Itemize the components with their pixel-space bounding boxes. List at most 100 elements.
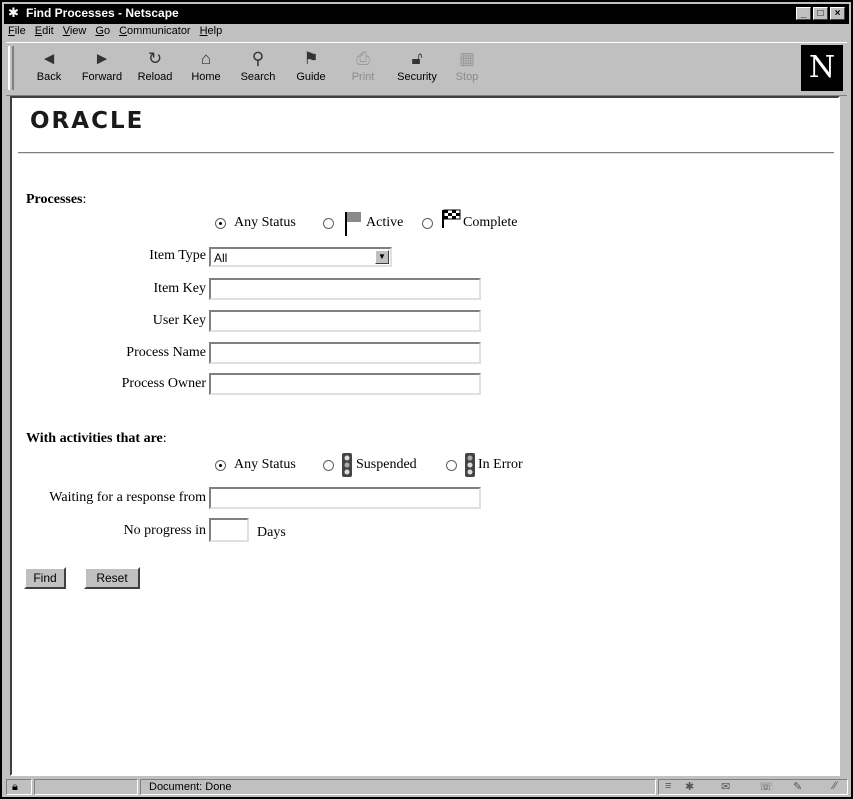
forward-label: Forward	[81, 71, 123, 83]
navigation-toolbar: ◄ Back ► Forward ↻ Reload ⌂ Home ⚲ Search ⚑ Gu…	[6, 42, 847, 96]
content-right-edge	[840, 96, 851, 776]
search-button[interactable]: ⚲ Search	[235, 47, 281, 91]
activity-status-any-radio[interactable]	[215, 460, 226, 471]
stop-button[interactable]: ▦ Stop	[444, 47, 490, 91]
waiting-response-label: Waiting for a response from	[49, 490, 206, 505]
processes-heading-text: Processes	[26, 192, 83, 207]
reload-label: Reload	[137, 71, 173, 83]
header-divider	[18, 152, 834, 154]
forward-button[interactable]: ► Forward	[79, 47, 125, 91]
no-progress-days-input[interactable]	[209, 518, 249, 542]
process-owner-input[interactable]	[209, 373, 481, 395]
menu-go[interactable]: Go	[95, 25, 110, 41]
process-name-input[interactable]	[209, 342, 481, 364]
progress-cell	[34, 779, 138, 795]
mail-icon[interactable]: ✉	[721, 780, 730, 793]
security-button[interactable]: 🔓︎ Security	[394, 47, 440, 91]
forward-arrow-icon: ►	[93, 49, 111, 68]
home-label: Home	[191, 71, 221, 83]
print-icon: ⎙	[356, 49, 370, 68]
status-text: Document: Done	[149, 781, 232, 793]
process-status-any-radio[interactable]	[215, 218, 226, 229]
item-type-select[interactable]: All ▼	[209, 247, 392, 267]
home-button[interactable]: ⌂ Home	[183, 47, 229, 91]
days-label: Days	[257, 525, 286, 540]
activity-status-error-radio[interactable]	[446, 460, 457, 471]
process-status-active-label: Active	[366, 215, 404, 230]
stop-label: Stop	[455, 71, 479, 83]
process-status-active-radio[interactable]	[323, 218, 334, 229]
browser-window: ✱ Find Processes - Netscape _ □ × File E…	[0, 0, 853, 799]
checkered-flag-icon	[442, 209, 461, 228]
activity-status-suspended-label: Suspended	[356, 457, 417, 472]
activities-heading-text: With activities that are	[26, 431, 163, 446]
chevron-down-icon[interactable]: ▼	[375, 250, 389, 264]
traffic-light-icon	[342, 453, 352, 477]
security-status-cell[interactable]: 🔒︎	[6, 779, 32, 795]
navigator-wheel-icon[interactable]: ✱	[685, 780, 694, 793]
activities-heading: With activities that are:	[26, 431, 167, 446]
menu-view[interactable]: View	[63, 25, 87, 41]
guide-icon: ⚑	[303, 49, 319, 68]
home-icon: ⌂	[200, 49, 212, 68]
lock-icon: 🔒︎	[12, 781, 18, 793]
navigator-icon[interactable]: ≡	[665, 780, 671, 792]
guide-label: Guide	[296, 71, 326, 83]
item-type-value: All	[214, 251, 228, 265]
print-label: Print	[351, 71, 375, 83]
user-key-input[interactable]	[209, 310, 481, 332]
waiting-response-input[interactable]	[209, 487, 481, 509]
reload-button[interactable]: ↻ Reload	[132, 47, 178, 91]
menu-edit[interactable]: Edit	[35, 25, 54, 41]
item-type-label: Item Type	[149, 248, 206, 263]
reload-icon: ↻	[147, 49, 163, 68]
activity-status-error-label: In Error	[478, 457, 523, 472]
back-label: Back	[36, 71, 62, 83]
security-label: Security	[397, 71, 437, 83]
status-bar: 🔒︎ Document: Done ≡ ✱ ✉ ☏ ✎ ⁄⁄	[6, 779, 848, 797]
maximize-button[interactable]: □	[813, 7, 828, 20]
active-flag-icon	[345, 212, 361, 236]
menu-file[interactable]: File	[8, 25, 26, 41]
component-bar: ≡ ✱ ✉ ☏ ✎ ⁄⁄	[658, 779, 848, 795]
menu-bar: File Edit View Go Communicator Help	[6, 25, 222, 41]
search-icon: ⚲	[251, 49, 265, 68]
stop-icon: ▦	[458, 49, 476, 68]
traffic-light-icon	[465, 453, 475, 477]
resize-grip-icon[interactable]: ⁄⁄	[833, 780, 837, 792]
back-arrow-icon: ◄	[40, 49, 58, 68]
netscape-app-icon: ✱	[8, 5, 19, 20]
activity-status-suspended-radio[interactable]	[323, 460, 334, 471]
title-bar: ✱ Find Processes - Netscape _ □ ×	[4, 4, 849, 24]
user-key-label: User Key	[152, 313, 206, 328]
process-status-any-label: Any Status	[234, 215, 296, 230]
menu-communicator[interactable]: Communicator	[119, 25, 191, 41]
no-progress-label: No progress in	[123, 523, 206, 538]
status-text-cell: Document: Done	[140, 779, 656, 795]
minimize-button[interactable]: _	[796, 7, 811, 20]
find-button[interactable]: Find	[24, 567, 66, 589]
composer-icon[interactable]: ✎	[793, 780, 802, 793]
netscape-logo[interactable]: N	[801, 45, 843, 91]
reset-button[interactable]: Reset	[84, 567, 140, 589]
process-status-complete-label: Complete	[463, 215, 518, 230]
discussion-icon[interactable]: ☏	[759, 780, 773, 793]
menu-help[interactable]: Help	[200, 25, 223, 41]
guide-button[interactable]: ⚑ Guide	[288, 47, 334, 91]
search-label: Search	[240, 71, 276, 83]
process-owner-label: Process Owner	[121, 376, 206, 391]
processes-heading: Processes:	[26, 192, 87, 207]
back-button[interactable]: ◄ Back	[26, 47, 72, 91]
activity-status-any-label: Any Status	[234, 457, 296, 472]
toolbar-grip[interactable]	[8, 46, 14, 90]
window-title: Find Processes - Netscape	[26, 6, 179, 20]
item-key-input[interactable]	[209, 278, 481, 300]
print-button[interactable]: ⎙ Print	[340, 47, 386, 91]
lock-icon: 🔓︎	[411, 49, 423, 68]
page-content: ORACLE Processes: Any Status Active Comp…	[10, 96, 840, 776]
close-button[interactable]: ×	[830, 7, 845, 20]
item-key-label: Item Key	[153, 281, 206, 296]
oracle-logo: ORACLE	[30, 108, 145, 134]
process-status-complete-radio[interactable]	[422, 218, 433, 229]
process-name-label: Process Name	[126, 345, 206, 360]
